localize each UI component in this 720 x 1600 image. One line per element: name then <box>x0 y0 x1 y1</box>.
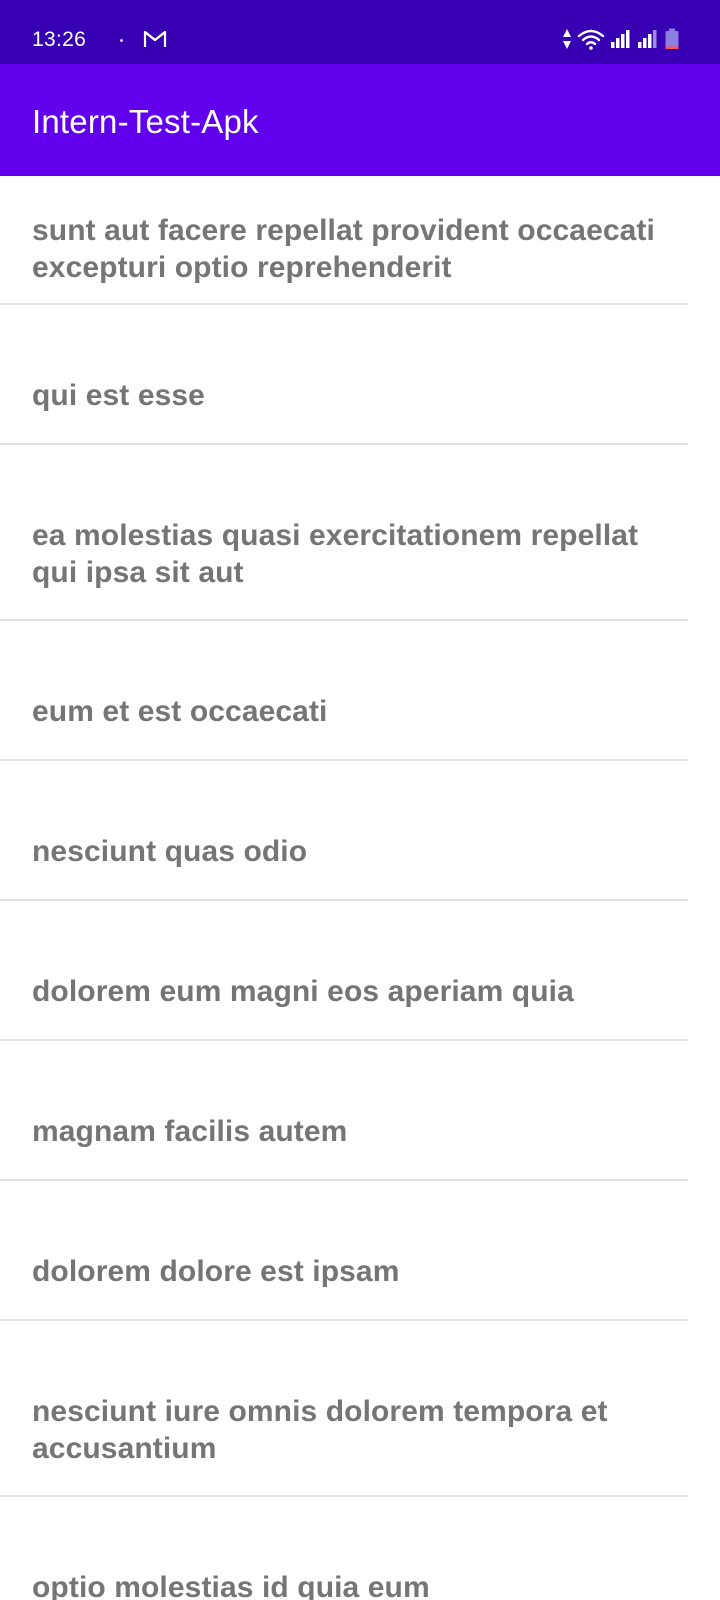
list-item[interactable]: optio molestias id quia eum <box>0 1497 688 1600</box>
post-title: sunt aut facere repellat provident occae… <box>32 214 655 284</box>
status-bar: 13:26 <box>0 0 720 64</box>
post-title: dolorem dolore est ipsam <box>32 1255 400 1288</box>
post-title: qui est esse <box>32 379 205 412</box>
list-item[interactable]: eum et est occaecati <box>0 621 688 761</box>
post-title: optio molestias id quia eum <box>32 1571 430 1600</box>
posts-list[interactable]: sunt aut facere repellat provident occae… <box>0 176 720 1600</box>
list-item[interactable]: dolorem dolore est ipsam <box>0 1181 688 1321</box>
post-title: nesciunt quas odio <box>32 835 308 868</box>
data-arrows-icon <box>563 29 571 49</box>
app-screen: 13:26 Intern-Test-Apk sunt aut facere re… <box>0 0 720 1600</box>
list-item[interactable]: nesciunt quas odio <box>0 761 688 901</box>
app-bar: Intern-Test-Apk <box>0 64 720 176</box>
app-title: Intern-Test-Apk <box>32 103 259 140</box>
post-title: nesciunt iure omnis dolorem tempora et a… <box>32 1395 608 1465</box>
list-item[interactable]: sunt aut facere repellat provident occae… <box>0 176 688 305</box>
status-time: 13:26 <box>32 28 87 51</box>
battery-icon <box>665 28 679 49</box>
gmail-icon <box>143 30 167 47</box>
wifi-icon <box>577 29 605 50</box>
signal-icon <box>611 30 630 48</box>
notification-dot-icon <box>120 39 123 42</box>
list-item[interactable]: nesciunt iure omnis dolorem tempora et a… <box>0 1321 688 1497</box>
list-item[interactable]: dolorem eum magni eos aperiam quia <box>0 901 688 1041</box>
list-item[interactable]: magnam facilis autem <box>0 1041 688 1181</box>
list-item[interactable]: ea molestias quasi exercitationem repell… <box>0 445 688 621</box>
post-title: eum et est occaecati <box>32 695 328 728</box>
post-title: magnam facilis autem <box>32 1115 348 1148</box>
system-status-icons <box>562 24 680 54</box>
list-item[interactable]: qui est esse <box>0 305 688 445</box>
signal-icon <box>638 30 657 48</box>
post-title: ea molestias quasi exercitationem repell… <box>32 519 639 589</box>
post-title: dolorem eum magni eos aperiam quia <box>32 975 574 1008</box>
